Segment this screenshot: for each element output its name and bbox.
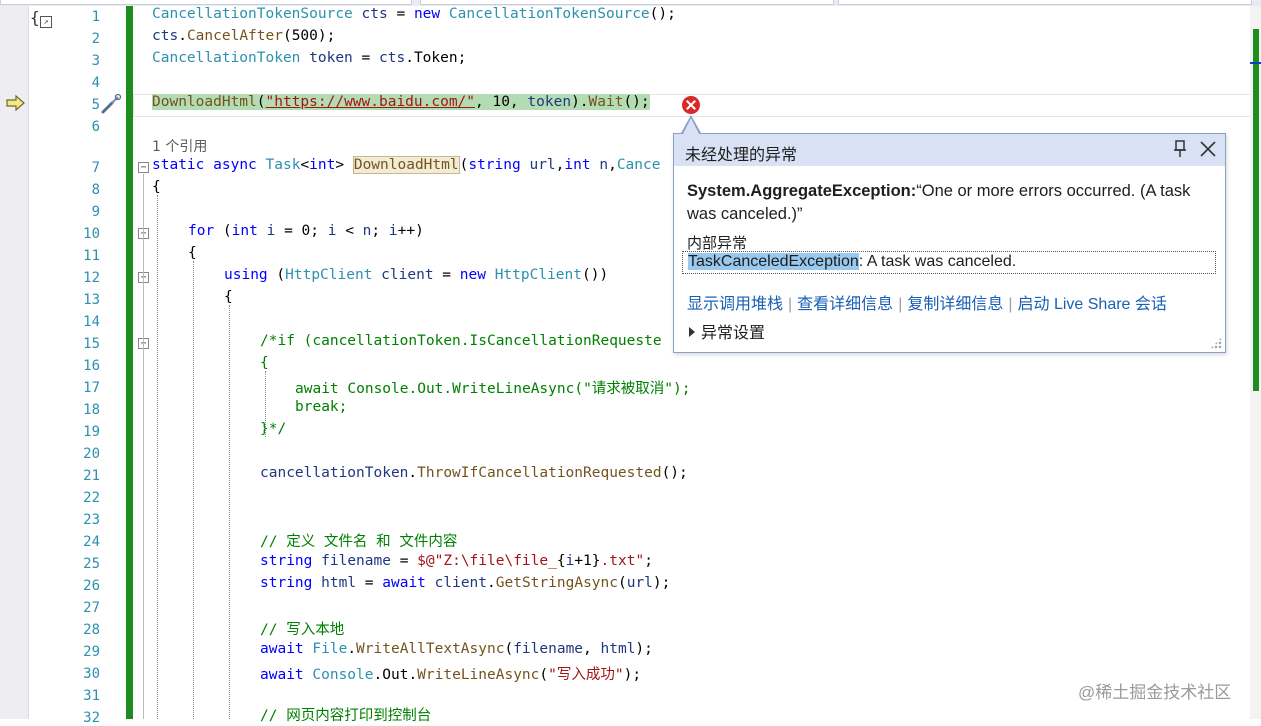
execution-pointer-icon[interactable] [6, 94, 26, 115]
show-call-stack-link[interactable]: 显示调用堆栈 [687, 296, 783, 313]
line-number: 23 [83, 512, 100, 528]
line-number: 30 [83, 666, 100, 682]
code-line-7[interactable]: static async Task<int> DownloadHtml(stri… [152, 156, 660, 174]
link-separator: | [1008, 296, 1013, 313]
scrollbar-change-marker [1253, 29, 1259, 391]
code-line-17[interactable]: await Console.Out.WriteLineAsync("请求被取消"… [295, 377, 691, 398]
line-number: 17 [83, 380, 100, 396]
line-number: 19 [83, 424, 100, 440]
code-line-12[interactable]: using (HttpClient client = new HttpClien… [224, 267, 608, 283]
code-line-8[interactable]: { [152, 179, 161, 195]
line-number: 16 [83, 358, 100, 374]
link-separator: | [898, 296, 903, 313]
close-icon[interactable] [1199, 140, 1217, 163]
fold-toggle[interactable]: − [138, 162, 149, 173]
line-number: 9 [91, 204, 100, 220]
fold-line [143, 174, 144, 719]
line-number: 1 [91, 9, 100, 25]
line-number: 13 [83, 292, 100, 308]
quick-actions-screwdriver-icon[interactable] [100, 93, 122, 119]
line-number: 11 [83, 248, 100, 264]
view-details-link[interactable]: 查看详细信息 [797, 296, 893, 313]
code-line-10[interactable]: for (int i = 0; i < n; i++) [188, 223, 424, 239]
link-separator: | [788, 296, 793, 313]
indent-guide [229, 305, 230, 719]
code-line-28[interactable]: // 写入本地 [260, 618, 344, 639]
exception-helper-popup: 未经处理的异常 System.AggregateException:“One o… [673, 133, 1226, 353]
watermark: @稀土掘金技术社区 [1078, 683, 1232, 702]
line-number: 22 [83, 490, 100, 506]
error-icon[interactable] [682, 96, 700, 114]
code-line-13[interactable]: { [224, 289, 233, 305]
indent-guide [193, 261, 194, 719]
line-number: 15 [83, 336, 100, 352]
popup-header: 未经处理的异常 [674, 134, 1225, 166]
code-line-1[interactable]: CancellationTokenSource cts = new Cancel… [152, 6, 676, 22]
line-number: 3 [91, 53, 100, 69]
code-line-30[interactable]: await Console.Out.WriteLineAsync("写入成功")… [260, 663, 641, 684]
exception-settings-label: 异常设置 [701, 325, 766, 342]
line-number: 8 [91, 182, 100, 198]
line-number: 4 [91, 75, 100, 91]
line-number: 6 [91, 119, 100, 135]
live-share-link[interactable]: 启动 Live Share 会话 [1018, 296, 1167, 313]
navigation-glyph-icon[interactable]: {↗ [30, 8, 52, 28]
line-number: 20 [83, 446, 100, 462]
resize-grip-icon[interactable] [1210, 337, 1222, 349]
line-number: 14 [83, 314, 100, 330]
inner-exception-label: 内部异常 [687, 235, 748, 252]
copy-details-link[interactable]: 复制详细信息 [907, 296, 1003, 313]
line-number: 5 [91, 97, 100, 113]
line-number: 10 [83, 226, 100, 242]
line-number: 21 [83, 468, 100, 484]
code-line-18[interactable]: break; [295, 399, 347, 415]
tab-segment[interactable] [838, 0, 1252, 5]
scrollbar-caret-marker [1250, 62, 1261, 64]
code-line-2[interactable]: cts.CancelAfter(500); [152, 28, 335, 44]
expand-triangle-icon [689, 327, 695, 337]
exception-settings-toggle[interactable]: 异常设置 [689, 319, 765, 343]
line-number: 25 [83, 556, 100, 572]
inner-exception-message: : A task was canceled. [858, 253, 1017, 270]
code-line-25[interactable]: string filename = $@"Z:\file\file_{i+1}.… [260, 553, 653, 569]
pin-icon[interactable] [1172, 140, 1188, 163]
line-number: 2 [91, 31, 100, 47]
code-line-32[interactable]: // 网页内容打印到控制台 [260, 704, 431, 725]
line-number: 26 [83, 578, 100, 594]
inner-exception-row[interactable]: TaskCanceledException: A task was cancel… [682, 251, 1216, 274]
line-number: 12 [83, 270, 100, 286]
change-tracking-bar [126, 6, 133, 719]
line-number: 29 [83, 644, 100, 660]
line-number: 24 [83, 534, 100, 550]
code-line-24[interactable]: // 定义 文件名 和 文件内容 [260, 530, 457, 551]
line-number: 32 [83, 710, 100, 726]
code-line-3[interactable]: CancellationToken token = cts.Token; [152, 50, 466, 66]
code-line-16[interactable]: { [260, 355, 269, 371]
exception-type: System.AggregateException: [687, 182, 917, 200]
action-links: 显示调用堆栈 | 查看详细信息 | 复制详细信息 | 启动 Live Share 会话 [687, 290, 1167, 314]
line-number: 31 [83, 688, 100, 704]
code-line-11[interactable]: { [188, 245, 197, 261]
popup-pointer-inner [683, 118, 699, 134]
code-line-15[interactable]: /*if (cancellationToken.IsCancellationRe… [260, 333, 662, 349]
code-line-26[interactable]: string html = await client.GetStringAsyn… [260, 575, 670, 591]
reference-count-codelens[interactable]: 1 个引用 [152, 136, 207, 156]
line-number: 18 [83, 402, 100, 418]
line-number: 7 [91, 160, 100, 176]
code-line-19[interactable]: }*/ [260, 421, 286, 437]
tab-segment[interactable] [0, 0, 412, 5]
indent-guide [157, 195, 158, 719]
line-number: 27 [83, 600, 100, 616]
inner-exception-type[interactable]: TaskCanceledException [688, 253, 859, 270]
popup-title: 未经处理的异常 [685, 147, 798, 164]
tab-segment[interactable] [420, 0, 834, 5]
code-line-5[interactable]: DownloadHtml("https://www.baidu.com/", 1… [152, 94, 650, 110]
code-line-29[interactable]: await File.WriteAllTextAsync(filename, h… [260, 641, 653, 657]
code-line-21[interactable]: cancellationToken.ThrowIfCancellationReq… [260, 465, 688, 481]
line-number: 28 [83, 622, 100, 638]
exception-summary: System.AggregateException:“One or more e… [687, 180, 1207, 226]
